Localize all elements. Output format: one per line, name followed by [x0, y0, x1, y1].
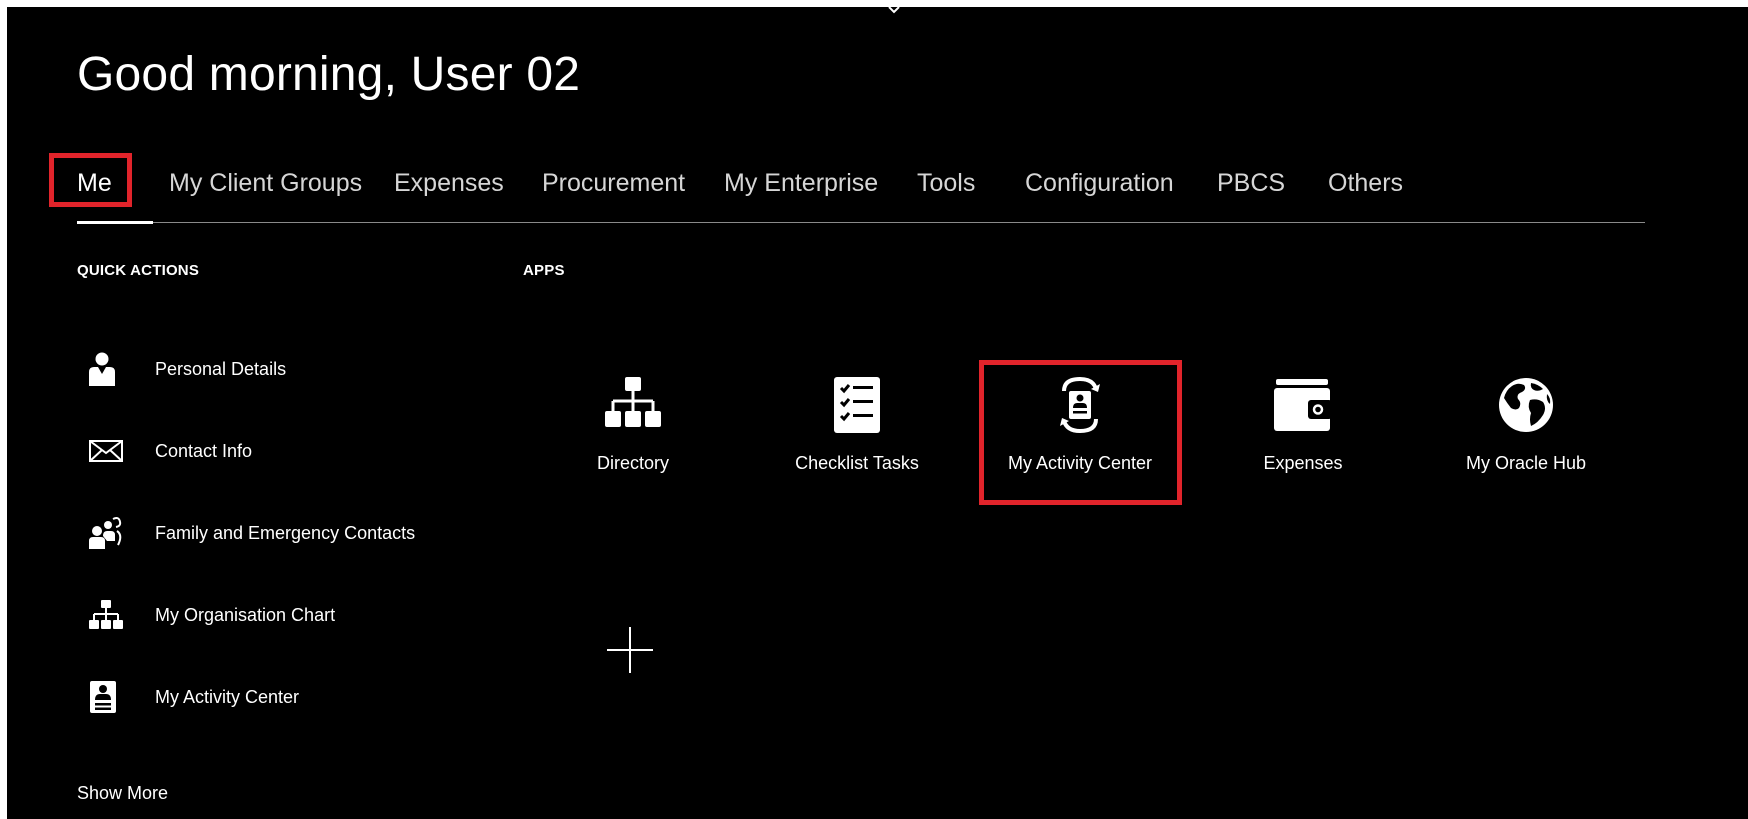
quick-action-label: My Organisation Chart	[155, 604, 336, 625]
quick-action-contact-info[interactable]: Contact Info	[89, 431, 449, 471]
quick-action-label: Personal Details	[155, 358, 287, 379]
app-directory[interactable]: Directory	[543, 367, 723, 497]
app-label: My Oracle Hub	[1465, 453, 1587, 473]
tab-others[interactable]: Others	[1328, 169, 1403, 198]
greeting-heading: Good morning, User 02	[77, 48, 581, 101]
tab-my-client-groups[interactable]: My Client Groups	[169, 169, 362, 198]
springboard-page: Good morning, User 02 Me My Client Group…	[7, 7, 1748, 819]
app-label: Directory	[596, 453, 669, 473]
plus-icon[interactable]	[605, 625, 655, 675]
app-label: Expenses	[1263, 453, 1343, 473]
tab-my-enterprise[interactable]: My Enterprise	[724, 169, 878, 198]
chevron-down-icon[interactable]	[888, 7, 900, 14]
id-badge-icon	[89, 677, 123, 717]
org-chart-icon	[603, 375, 663, 435]
quick-action-label: Contact Info	[155, 440, 253, 461]
activity-center-icon	[1050, 375, 1110, 435]
org-chart-icon	[89, 595, 123, 635]
quick-action-label: Family and Emergency Contacts	[155, 522, 416, 543]
envelope-icon	[89, 431, 123, 471]
app-label: My Activity Center	[1007, 453, 1153, 473]
quick-action-my-activity-center[interactable]: My Activity Center	[89, 677, 449, 717]
navigation-tabs: Me My Client Groups Expenses Procurement…	[77, 159, 1645, 224]
wallet-icon	[1273, 375, 1333, 435]
app-checklist-tasks[interactable]: Checklist Tasks	[767, 367, 947, 497]
app-expenses[interactable]: Expenses	[1213, 367, 1393, 497]
tab-me[interactable]: Me	[77, 169, 112, 198]
quick-action-label: My Activity Center	[155, 686, 300, 707]
tab-configuration[interactable]: Configuration	[1025, 169, 1174, 198]
tab-procurement[interactable]: Procurement	[542, 169, 685, 198]
family-contacts-icon	[89, 513, 123, 553]
tab-tools[interactable]: Tools	[917, 169, 975, 198]
active-tab-indicator	[77, 221, 153, 224]
app-my-activity-center[interactable]: My Activity Center	[990, 367, 1170, 497]
tab-expenses[interactable]: Expenses	[394, 169, 504, 198]
app-my-oracle-hub[interactable]: My Oracle Hub	[1436, 367, 1616, 497]
show-more-link[interactable]: Show More	[77, 783, 168, 804]
quick-action-organisation-chart[interactable]: My Organisation Chart	[89, 595, 449, 635]
person-icon	[89, 349, 123, 389]
apps-heading: APPS	[523, 262, 565, 279]
checklist-icon	[827, 375, 887, 435]
tab-pbcs[interactable]: PBCS	[1217, 169, 1285, 198]
globe-icon	[1496, 375, 1556, 435]
quick-action-personal-details[interactable]: Personal Details	[89, 349, 449, 389]
app-label: Checklist Tasks	[795, 453, 919, 473]
quick-actions-heading: QUICK ACTIONS	[77, 262, 200, 279]
quick-action-family-emergency-contacts[interactable]: Family and Emergency Contacts	[89, 513, 449, 553]
